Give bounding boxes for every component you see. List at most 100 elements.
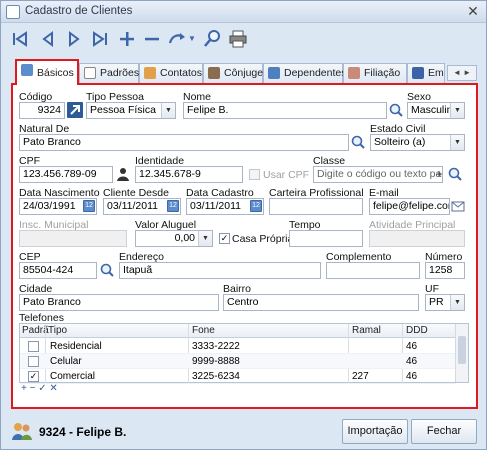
tab-label: Cônjuge [224, 67, 264, 79]
tab-label: Básicos [37, 67, 74, 79]
complemento-field[interactable] [326, 262, 420, 279]
casa-propria-checkbox[interactable]: ✓ [219, 233, 230, 244]
valor-aluguel-value: 0,00 [174, 232, 195, 244]
column-header[interactable]: DDD [406, 325, 428, 336]
tipo-pessoa-select[interactable]: Pessoa Física ▼ [86, 102, 176, 119]
padrao-checkbox[interactable] [28, 356, 39, 367]
print-icon[interactable] [227, 29, 249, 51]
padrao-checkbox[interactable] [28, 341, 39, 352]
person-lookup-icon[interactable] [115, 166, 131, 182]
table-row[interactable]: Celular 9999-8888 46 [20, 354, 456, 369]
tab-dependentes[interactable]: Dependentes [263, 63, 347, 83]
cidade-field[interactable]: Pato Branco [19, 294, 219, 311]
sexo-select[interactable]: Masculino ▼ [407, 102, 465, 119]
email-field[interactable]: felipe@felipe.com.br [369, 198, 450, 215]
tab-empresa[interactable]: Em [407, 63, 445, 83]
data-cadastro-field[interactable]: 03/11/2011 12 [186, 198, 264, 215]
cep-field[interactable]: 85504-424 [19, 262, 97, 279]
tab-label: Em [428, 67, 444, 79]
tab-scroll-arrows[interactable]: ◄ ► [447, 65, 477, 81]
endereco-field[interactable]: Itapuã [119, 262, 321, 279]
valor-aluguel-field[interactable]: 0,00 ▼ [135, 230, 213, 247]
fone-cell: 3333-2222 [192, 341, 240, 352]
window-title: Cadastro de Clientes [25, 5, 133, 17]
search-icon[interactable] [447, 166, 463, 182]
contacts-icon [144, 67, 156, 79]
goto-record-icon[interactable] [67, 102, 83, 118]
column-header[interactable]: Tipo [48, 325, 67, 336]
basicos-panel: Código 9324 Tipo Pessoa Pessoa Física ▼ … [11, 83, 478, 409]
close-icon[interactable]: ✕ [465, 4, 481, 20]
insc-municipal-field[interactable] [19, 230, 127, 247]
calendar-icon[interactable]: 12 [250, 200, 262, 212]
edit-record-icon[interactable] [166, 29, 188, 51]
search-icon[interactable] [99, 262, 115, 278]
pencil-icon [21, 64, 33, 76]
tab-basicos[interactable]: Básicos [15, 59, 79, 85]
cpf-field[interactable]: 123.456.789-09 [19, 166, 113, 183]
fechar-button[interactable]: Fechar [411, 419, 477, 444]
tab-contatos[interactable]: Contatos [139, 63, 203, 83]
next-record-icon[interactable] [63, 29, 85, 51]
identidade-field[interactable]: 12.345.678-9 [135, 166, 243, 183]
last-record-icon[interactable] [89, 29, 111, 51]
remove-record-icon[interactable] [141, 29, 163, 51]
table-row[interactable]: Residencial 3333-2222 46 [20, 339, 456, 354]
estado-civil-select[interactable]: Solteiro (a) ▼ [370, 134, 465, 151]
fone-cell: 3225-6234 [192, 371, 240, 382]
add-icon[interactable]: + [431, 166, 447, 182]
tab-label: Contatos [160, 67, 203, 79]
uf-value: PR [429, 296, 444, 308]
tab-filiacao[interactable]: Filiação [343, 63, 407, 83]
search-icon[interactable] [388, 102, 404, 118]
bairro-field[interactable]: Centro [223, 294, 419, 311]
tab-conjuge[interactable]: Cônjuge [203, 63, 263, 83]
current-client: 9324 - Felipe B. [39, 425, 126, 439]
grid-navigator[interactable]: + − ✓ ✕ [21, 383, 58, 394]
search-icon[interactable] [201, 29, 223, 51]
chevron-down-icon: ▼ [161, 103, 175, 118]
telefones-grid: Padrã Tipo Fone Ramal DDD Residencial 33… [19, 323, 469, 384]
calendar-icon[interactable]: 12 [83, 200, 95, 212]
estado-civil-value: Solteiro (a) [374, 136, 426, 148]
toolbar: ▼ [1, 25, 486, 55]
chevron-down-icon: ▼ [450, 103, 464, 118]
tab-padroes[interactable]: Padrões [79, 63, 139, 83]
grid-scrollbar[interactable] [455, 324, 468, 382]
cadastro-clientes-window: Cadastro de Clientes ✕ ▼ Básicos Padrões… [0, 0, 487, 450]
column-header[interactable]: Ramal [352, 325, 381, 336]
calendar-icon[interactable]: 12 [167, 200, 179, 212]
casa-propria-label: Casa Própria [232, 233, 294, 245]
padrao-checkbox[interactable]: ✓ [28, 371, 39, 382]
tipo-pessoa-value: Pessoa Física [90, 104, 156, 116]
add-record-icon[interactable] [116, 29, 138, 51]
table-row[interactable]: ✓ Comercial 3225-6234 227 46 [20, 369, 456, 384]
cliente-desde-field[interactable]: 03/11/2011 12 [103, 198, 181, 215]
natural-de-field[interactable]: Pato Branco [19, 134, 349, 151]
uf-select[interactable]: PR ▼ [425, 294, 465, 311]
column-header[interactable]: Fone [192, 325, 215, 336]
codigo-field[interactable]: 9324 [19, 102, 65, 119]
tab-label: Padrões [100, 67, 140, 79]
scrollbar-thumb[interactable] [458, 336, 466, 364]
nome-field[interactable]: Felipe B. [183, 102, 387, 119]
parents-icon [348, 67, 360, 79]
client-code: 9324 [39, 425, 66, 439]
previous-record-icon[interactable] [37, 29, 59, 51]
numero-field[interactable]: 1258 [425, 262, 465, 279]
spouse-icon [208, 67, 220, 79]
send-email-icon[interactable] [450, 198, 466, 214]
first-record-icon[interactable] [9, 29, 31, 51]
tempo-field[interactable] [289, 230, 363, 247]
usar-cpf-checkbox[interactable] [249, 169, 260, 180]
tab-label: Dependentes [284, 67, 347, 79]
data-nascimento-field[interactable]: 24/03/1991 12 [19, 198, 97, 215]
carteira-profissional-field[interactable] [269, 198, 363, 215]
search-icon[interactable] [350, 134, 366, 150]
dependents-icon [268, 67, 280, 79]
edit-dropdown-icon[interactable]: ▼ [187, 29, 197, 51]
importacao-button[interactable]: Importação [342, 419, 408, 444]
client-name: Felipe B. [76, 425, 127, 439]
classe-field[interactable]: Digite o código ou texto para p [313, 166, 443, 183]
atividade-principal-field[interactable] [369, 230, 465, 247]
